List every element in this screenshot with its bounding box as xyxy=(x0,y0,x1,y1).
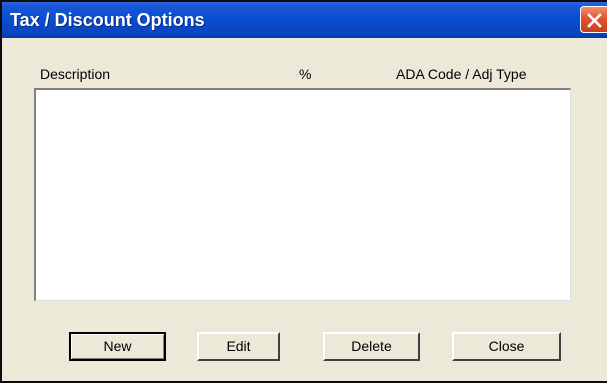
column-header-percent: % xyxy=(299,66,312,82)
title-bar[interactable]: Tax / Discount Options xyxy=(2,2,607,38)
new-button[interactable]: New xyxy=(69,332,166,361)
column-header-description: Description xyxy=(40,66,111,82)
window-title: Tax / Discount Options xyxy=(10,10,205,30)
tax-discount-dialog: Tax / Discount Options Description % ADA… xyxy=(0,0,607,383)
column-header-ada-code: ADA Code / Adj Type xyxy=(396,66,527,82)
close-button[interactable]: Close xyxy=(452,332,561,361)
edit-button[interactable]: Edit xyxy=(197,332,280,361)
options-list[interactable] xyxy=(34,88,571,301)
close-window-button[interactable] xyxy=(580,6,607,33)
delete-button[interactable]: Delete xyxy=(323,332,420,361)
close-x-icon xyxy=(587,13,602,28)
